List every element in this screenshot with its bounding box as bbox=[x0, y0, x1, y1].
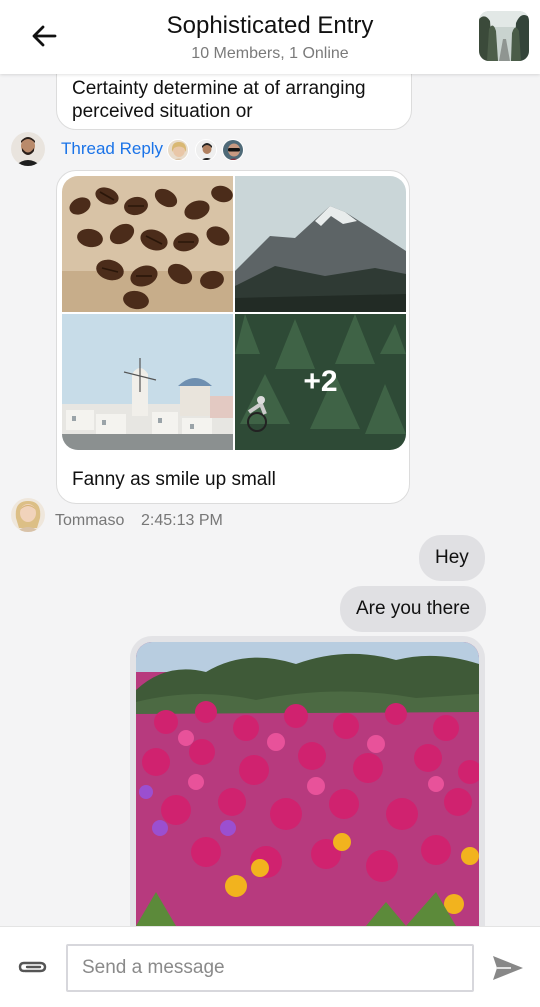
channel-member-count: 10 Members, 1 Online bbox=[191, 45, 349, 62]
chat-header: Sophisticated Entry 10 Members, 1 Online bbox=[0, 0, 540, 74]
outgoing-message[interactable]: Are you there bbox=[340, 586, 487, 632]
participant-avatar bbox=[222, 139, 244, 161]
image-gallery: +2 bbox=[62, 176, 406, 450]
message-meta: Tommaso 2:45:13 PM bbox=[11, 498, 311, 534]
send-icon bbox=[493, 956, 523, 980]
message-caption: Fanny as smile up small bbox=[72, 469, 276, 490]
gallery-image[interactable] bbox=[62, 176, 233, 312]
message-bubble[interactable]: Certainty determine at of arranging perc… bbox=[56, 74, 412, 130]
outgoing-message[interactable]: Hey bbox=[419, 535, 485, 581]
message-input-wrapper bbox=[66, 944, 474, 992]
send-button[interactable] bbox=[491, 954, 525, 982]
gallery-image[interactable] bbox=[62, 314, 233, 450]
more-images-count: +2 bbox=[303, 365, 338, 398]
avatar[interactable] bbox=[11, 132, 45, 166]
forest-road-image bbox=[479, 11, 529, 61]
message-text: Certainty determine at of arranging perc… bbox=[72, 78, 366, 122]
gallery-image-more[interactable]: +2 bbox=[235, 314, 406, 450]
thread-reply-row: Thread Reply bbox=[11, 130, 271, 170]
flowers-image bbox=[136, 642, 479, 926]
channel-title: Sophisticated Entry bbox=[166, 12, 374, 39]
participant-avatar bbox=[195, 139, 217, 161]
message-composer bbox=[0, 926, 540, 1007]
message-list[interactable]: Certainty determine at of arranging perc… bbox=[0, 74, 540, 926]
gallery-image[interactable] bbox=[235, 176, 406, 312]
attach-button[interactable] bbox=[17, 956, 49, 978]
message-author: Tommaso bbox=[55, 512, 125, 529]
gallery-message-bubble[interactable]: +2 Fanny as smile up small bbox=[56, 170, 410, 504]
thread-reply-link[interactable]: Thread Reply bbox=[61, 139, 163, 159]
participant-avatar bbox=[167, 139, 189, 161]
outgoing-image-message[interactable] bbox=[130, 636, 485, 926]
channel-avatar[interactable] bbox=[479, 11, 529, 61]
avatar[interactable] bbox=[11, 498, 45, 532]
message-input[interactable] bbox=[68, 946, 472, 990]
message-timestamp: 2:45:13 PM bbox=[141, 512, 223, 529]
paperclip-icon bbox=[18, 961, 47, 973]
